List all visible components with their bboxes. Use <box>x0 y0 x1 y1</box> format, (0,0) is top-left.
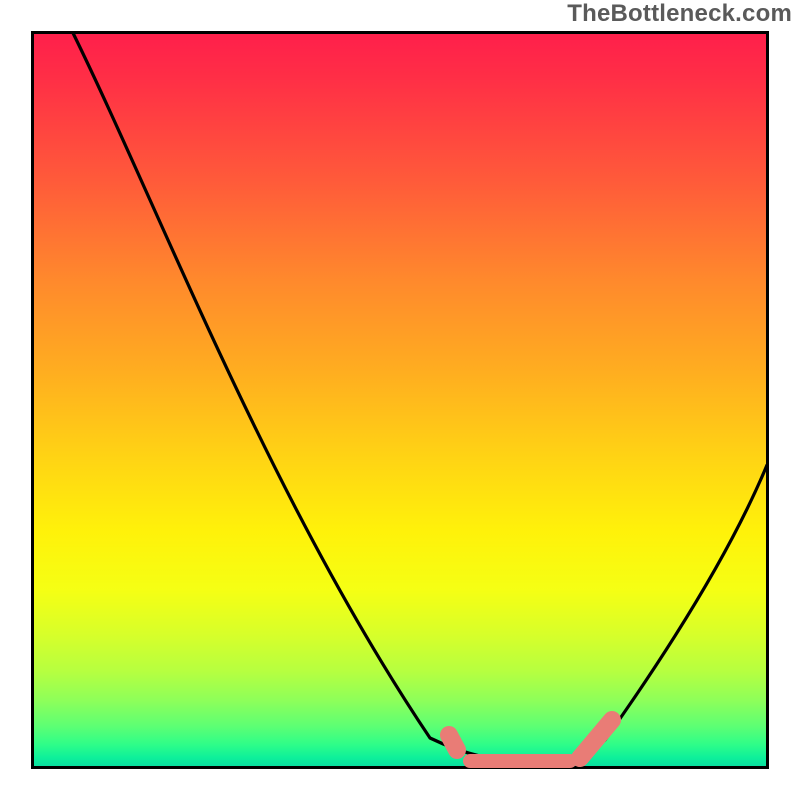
chart-stage: TheBottleneck.com <box>0 0 800 800</box>
chart-curves <box>0 0 800 800</box>
optimal-zone-marker-left <box>449 735 457 750</box>
bottleneck-curve <box>73 33 767 762</box>
optimal-zone-marker-right <box>580 720 612 758</box>
